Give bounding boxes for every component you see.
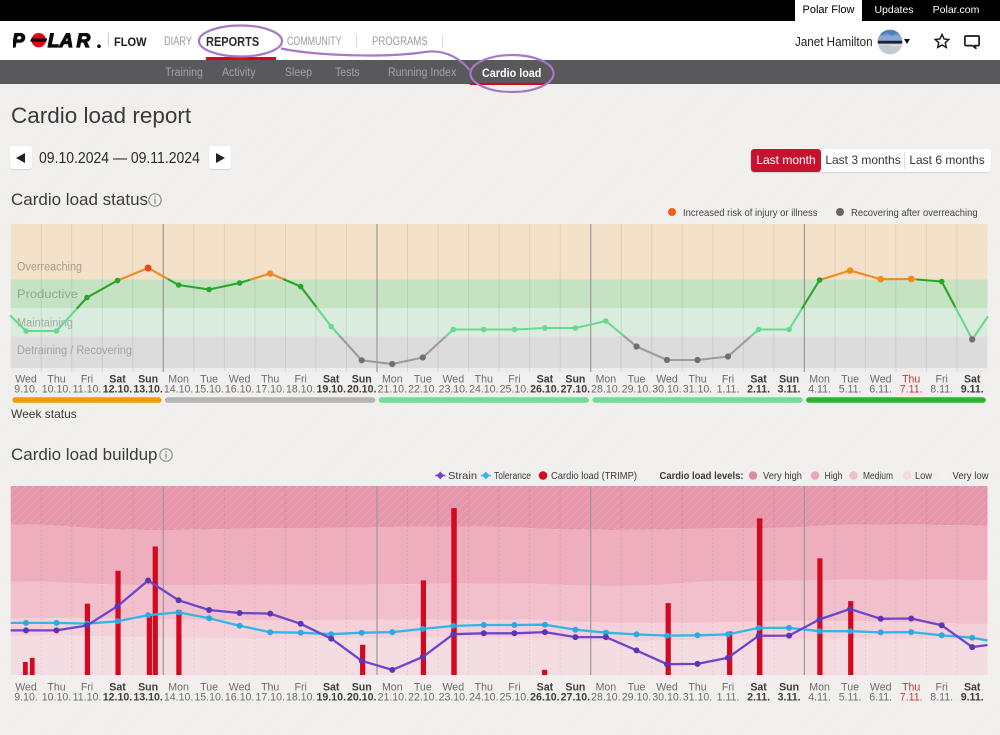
svg-text:11.10.: 11.10. <box>73 692 102 704</box>
svg-text:30.10.: 30.10. <box>652 692 681 704</box>
svg-text:6.11.: 6.11. <box>869 692 892 704</box>
svg-text:17.10.: 17.10. <box>255 692 284 704</box>
svg-text:28.10.: 28.10. <box>591 692 620 704</box>
svg-text:29.10.: 29.10. <box>622 692 651 704</box>
svg-text:26.10.: 26.10. <box>530 692 560 704</box>
svg-text:21.10.: 21.10. <box>378 692 407 704</box>
svg-text:20.10.: 20.10. <box>347 692 377 704</box>
svg-text:16.10.: 16.10. <box>225 692 254 704</box>
svg-text:9.10.: 9.10. <box>14 692 38 704</box>
svg-text:5.11.: 5.11. <box>839 692 862 704</box>
svg-text:10.10.: 10.10. <box>42 692 71 704</box>
svg-text:23.10.: 23.10. <box>439 692 468 704</box>
svg-text:8.11.: 8.11. <box>930 692 953 704</box>
svg-text:7.11.: 7.11. <box>900 692 923 704</box>
svg-text:31.10.: 31.10. <box>683 692 712 704</box>
svg-text:9.11.: 9.11. <box>961 692 984 704</box>
svg-text:25.10.: 25.10. <box>500 692 529 704</box>
svg-text:18.10.: 18.10. <box>286 692 315 704</box>
svg-text:2.11.: 2.11. <box>747 692 770 704</box>
svg-text:27.10.: 27.10. <box>561 692 591 704</box>
svg-text:19.10.: 19.10. <box>316 692 346 704</box>
svg-text:15.10.: 15.10. <box>194 692 223 704</box>
svg-text:13.10.: 13.10. <box>133 692 163 704</box>
svg-text:14.10.: 14.10. <box>164 692 193 704</box>
svg-text:1.11.: 1.11. <box>717 692 740 704</box>
svg-text:24.10.: 24.10. <box>469 692 498 704</box>
svg-text:4.11.: 4.11. <box>808 692 831 704</box>
svg-text:3.11.: 3.11. <box>778 692 801 704</box>
svg-text:22.10.: 22.10. <box>408 692 437 704</box>
svg-text:12.10.: 12.10. <box>103 692 133 704</box>
